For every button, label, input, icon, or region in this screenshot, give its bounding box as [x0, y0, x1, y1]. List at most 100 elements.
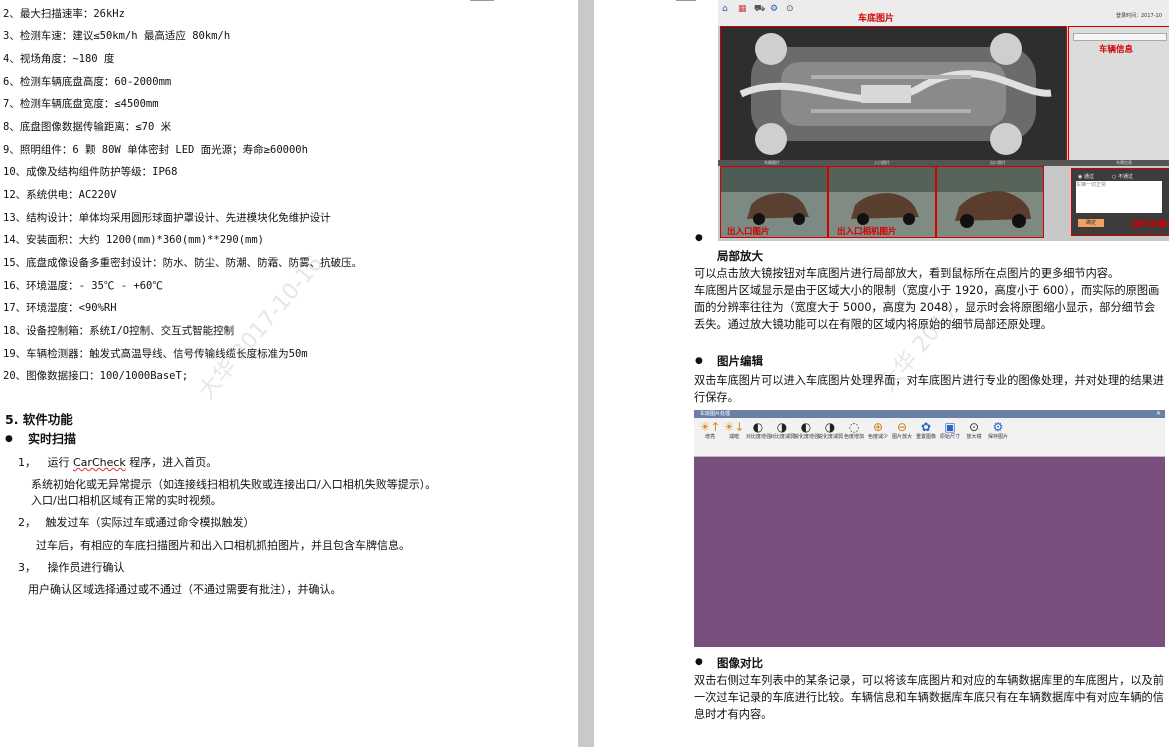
- spec-item: 4、视场角度：~180 度: [3, 53, 115, 65]
- tool-label: 色度增加: [843, 434, 864, 440]
- fail-radio[interactable]: ○ 不通过: [1112, 173, 1133, 180]
- tool-button-saturation[interactable]: ◌ 色度增加: [842, 420, 866, 441]
- close-icon[interactable]: ✕: [1156, 410, 1161, 418]
- step-number: 3，: [18, 561, 36, 574]
- tool-label: 锐化度增强: [794, 434, 820, 440]
- info-tabs: [1073, 33, 1167, 41]
- label-vehicle-info: 车辆信息: [1099, 45, 1134, 55]
- tool-button-save[interactable]: ⚙ 保存图片: [986, 420, 1010, 441]
- editor-toolbar: ☀↑ 增亮 ☀↓ 减暗 ◐ 对比度增强 ◑ 对比度减弱 ◐ 锐化度增强 ◑ 锐化度减弱 ◌ 色度增加 ⊕ 色度…: [694, 418, 1165, 457]
- tool-button-zoom-in[interactable]: ⊕ 色度减少: [866, 420, 890, 441]
- tool-label: 锐化度减弱: [818, 434, 844, 440]
- spec-item: 8、底盘图像数据传输距离：≤70 米: [3, 121, 172, 133]
- fit-icon: ▣: [944, 420, 956, 434]
- saturation-icon: ◌: [848, 420, 860, 434]
- tool-button-contrast-up[interactable]: ◐ 对比度增强: [746, 420, 772, 441]
- spec-item: 16、环境温度：- 35℃ - +60℃: [3, 280, 163, 292]
- step-number: 2，: [18, 516, 36, 529]
- editor-title: 车底图片处理: [700, 411, 731, 417]
- section-title: 5. 软件功能: [5, 412, 73, 427]
- camera-thumb-3[interactable]: [936, 166, 1044, 238]
- tool-button-sharpen-up[interactable]: ◐ 锐化度增强: [794, 420, 820, 441]
- spec-item: 10、成像及结构组件防护等级：IP68: [3, 166, 178, 178]
- spec-item: 13、结构设计：单体均采用圆形球面护罩设计、先进模块化免维护设计: [3, 212, 331, 224]
- contrast-up-icon: ◐: [752, 420, 764, 434]
- label-main-image: 车底图片: [858, 14, 895, 24]
- tool-label: 图片放大: [891, 434, 912, 440]
- zoom-out-icon: ⊖: [896, 420, 908, 434]
- subsection-title: 实时扫描: [28, 432, 77, 446]
- tool-label: 原始尺寸: [939, 434, 960, 440]
- tool-label: 放大镜: [966, 434, 982, 440]
- app-screenshot: ⌂ ▦ ⛟ ⚙ ⊙ 车底图片 登录时间：2017-10 车辆信息 车辆图片 入口…: [718, 0, 1169, 241]
- editor-titlebar: 车底图片处理 ✕: [694, 410, 1165, 418]
- tool-label: 增亮: [704, 434, 715, 440]
- spec-item: 18、设备控制箱：系统I/O控制、交互式智能控制: [3, 325, 235, 337]
- step-2-title: 2， 触发过车（实际过车或通过命令模拟触发）: [18, 516, 255, 529]
- label-confirm: 操作员确认: [1132, 220, 1169, 230]
- page-top-marker: [470, 0, 494, 1]
- tool-label: 保存图片: [987, 434, 1008, 440]
- exit-camera-thumb[interactable]: 出入口相机图片: [828, 166, 936, 238]
- restore-icon: ✿: [920, 420, 932, 434]
- brightness-down-icon: ☀↓: [723, 420, 745, 434]
- contrast-down-icon: ◑: [776, 420, 788, 434]
- page-top-marker: [676, 0, 696, 1]
- car-photo: [937, 167, 1043, 237]
- home-icon: ⌂: [722, 4, 728, 14]
- app-toolbar: ⌂ ▦ ⛟ ⚙ ⊙ 车底图片 登录时间：2017-10: [718, 0, 1169, 26]
- underbody-scan-graphic: [721, 27, 1066, 161]
- document-page-right: 大华 2017 ⌂ ▦ ⛟ ⚙ ⊙ 车底图片 登录时间：2017-10 车辆信息…: [594, 0, 1169, 747]
- label-thumb: 出入口相机图片: [837, 227, 897, 237]
- tool-label: 减暗: [728, 434, 739, 440]
- bullet-icon: ●: [5, 434, 13, 444]
- tool-button-brightness-up[interactable]: ☀↑ 增亮: [698, 420, 722, 441]
- magnifier-icon: ⊙: [968, 420, 980, 434]
- spec-item: 20、图像数据接口：100/1000BaseT;: [3, 370, 189, 382]
- image-editor-screenshot: 车底图片处理 ✕ ☀↑ 增亮 ☀↓ 减暗 ◐ 对比度增强 ◑ 对比度减弱 ◐ 锐化度增强 ◑ 锐化度减…: [694, 410, 1165, 647]
- note-textarea[interactable]: 车辆一切正常: [1076, 181, 1162, 213]
- tool-label: 对比度增强: [746, 434, 772, 440]
- tool-label: 重置图像: [915, 434, 936, 440]
- section-body: 双击右侧过车列表中的某条记录，可以将该车底图片和对应的车辆数据库里的车底图片，以…: [694, 674, 1164, 721]
- tool-button-restore[interactable]: ✿ 重置图像: [914, 420, 938, 441]
- spec-item: 2、最大扫描速率：26kHz: [3, 8, 125, 20]
- tool-button-brightness-down[interactable]: ☀↓ 减暗: [722, 420, 746, 441]
- bullet-icon: ●: [695, 356, 703, 366]
- operator-confirm-panel: ◉ 通过 ○ 不通过 车辆一切正常 确定 操作员确认: [1071, 168, 1169, 236]
- bullet-icon: ●: [695, 657, 703, 667]
- step-1-line-1: 系统初始化或无异常提示（如连接线扫相机失败或连接出口/入口相机失败等提示）。: [31, 478, 437, 491]
- app-name: CarCheck: [73, 456, 126, 469]
- pass-radio[interactable]: ◉ 通过: [1078, 173, 1094, 180]
- spec-item: 17、环境湿度：<90%RH: [3, 302, 117, 314]
- step-2-line-1: 过车后，有相应的车底扫描图片和出入口相机抓拍图片，并且包含车牌信息。: [36, 539, 410, 552]
- sharpen-up-icon: ◐: [800, 420, 812, 434]
- spec-item: 19、车辆检测器：触发式高温导线、信号传输线缆长度标准为50m: [3, 348, 308, 360]
- step-number: 1，: [18, 456, 36, 469]
- spec-item: 7、检测车辆底盘宽度：≤4500mm: [3, 98, 159, 110]
- section-body: 可以点击放大镜按钮对车底图片进行局部放大，看到鼠标所在点图片的更多细节内容。 车…: [694, 267, 1160, 331]
- section-heading: 图片编辑: [717, 354, 763, 368]
- tool-button-contrast-down[interactable]: ◑ 对比度减弱: [770, 420, 796, 441]
- tool-button-fit[interactable]: ▣ 原始尺寸: [938, 420, 962, 441]
- page-gutter: [578, 0, 594, 747]
- tool-label: 对比度减弱: [770, 434, 796, 440]
- step-3-line-1: 用户确认区域选择通过或不通过（不通过需要有批注），并确认。: [28, 583, 342, 596]
- zoom-in-icon: ⊕: [872, 420, 884, 434]
- entry-camera-thumb[interactable]: 出入口图片: [720, 166, 828, 238]
- spec-item: 9、照明组件：6 颗 80W 单体密封 LED 面光源；寿命≥60000h: [3, 144, 308, 156]
- gear-icon: ⚙: [770, 4, 779, 14]
- section-heading: 局部放大: [717, 249, 763, 263]
- login-time: 登录时间：2017-10: [1116, 13, 1162, 19]
- image-icon: ▦: [738, 4, 747, 14]
- confirm-button[interactable]: 确定: [1078, 219, 1104, 227]
- spec-item: 3、检测车速：建议≤50km/h 最高适应 80km/h: [3, 30, 231, 42]
- document-page-left: 大华 2017-10-16 2、最大扫描速率：26kHz 3、检测车速：建议≤50…: [0, 0, 578, 747]
- tool-button-magnifier[interactable]: ⊙ 放大镜: [962, 420, 986, 441]
- magnifier-icon: ⊙: [786, 4, 794, 14]
- car-icon: ⛟: [754, 4, 766, 14]
- tool-button-sharpen-down[interactable]: ◑ 锐化度减弱: [818, 420, 844, 441]
- tool-button-zoom-out[interactable]: ⊖ 图片放大: [890, 420, 914, 441]
- step-3-title: 3， 操作员进行确认: [18, 561, 125, 574]
- sharpen-down-icon: ◑: [824, 420, 836, 434]
